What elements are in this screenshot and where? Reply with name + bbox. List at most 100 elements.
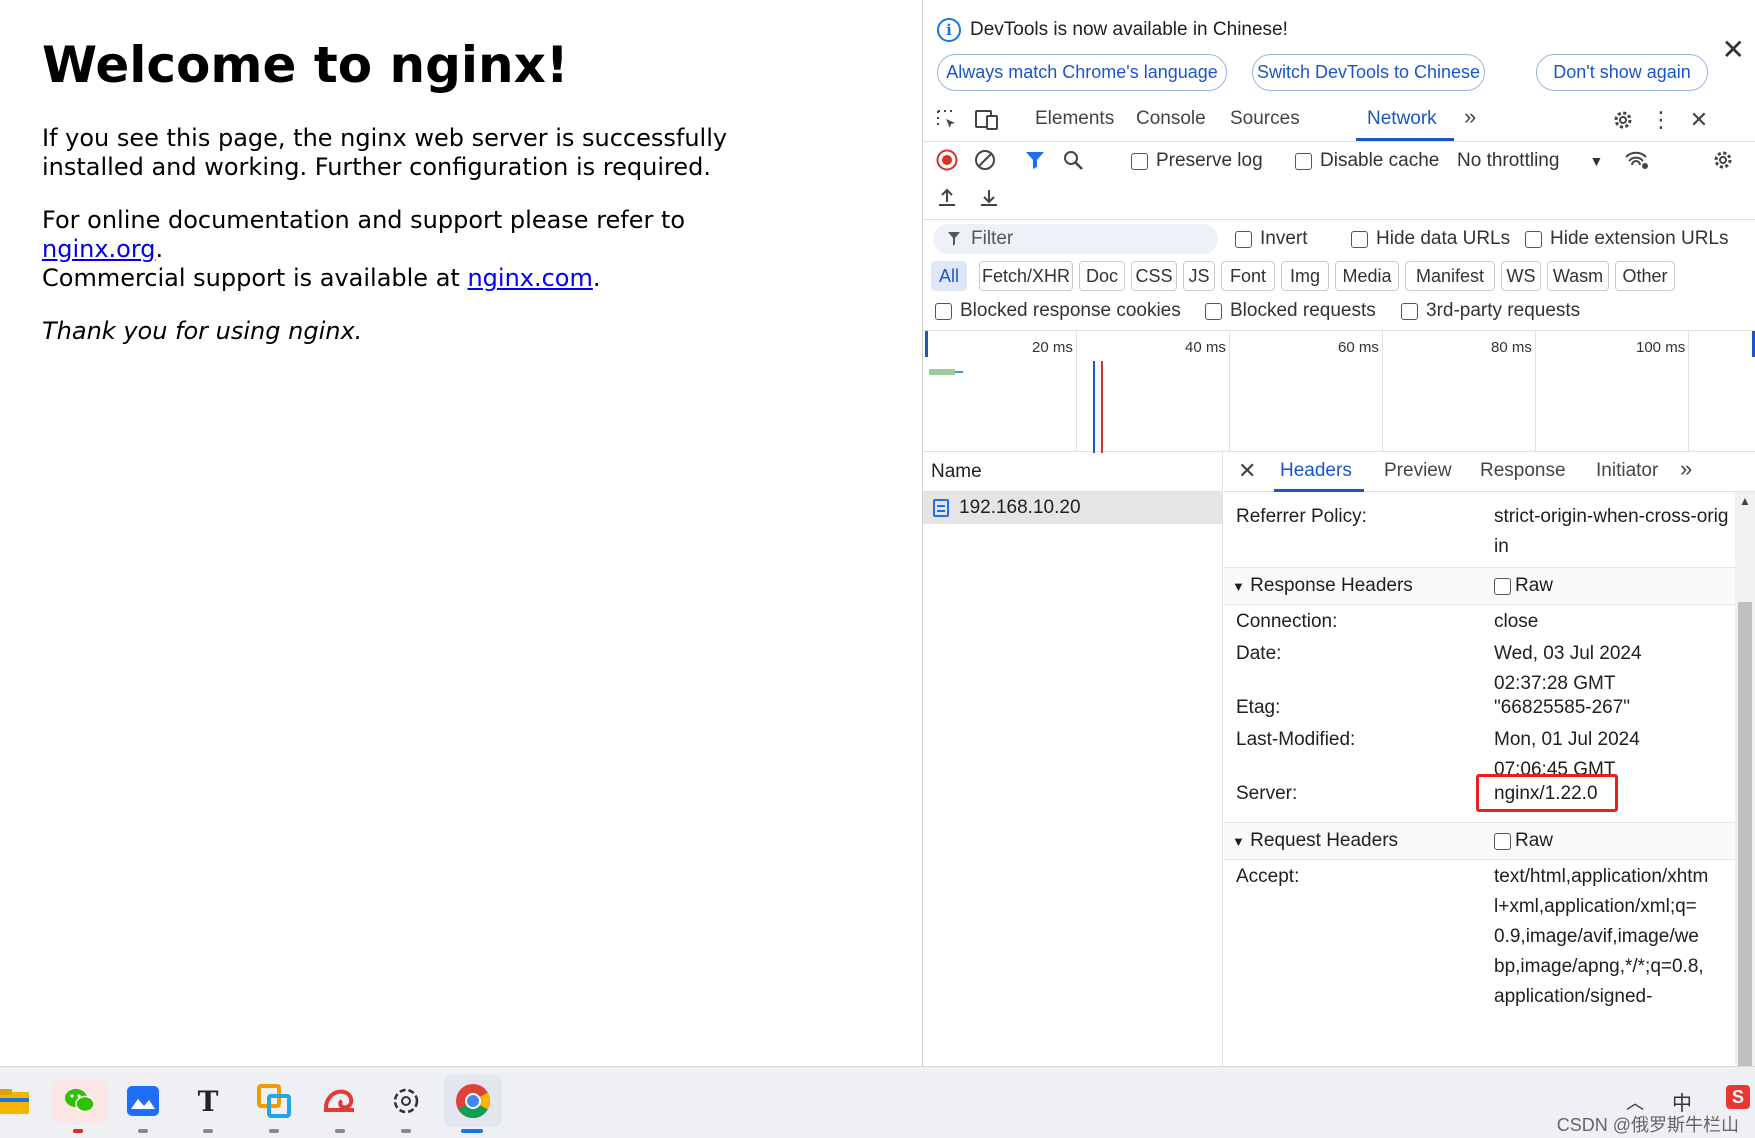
- device-toggle-icon[interactable]: [973, 106, 1001, 134]
- notification-dot: [73, 1129, 83, 1133]
- name-column-header[interactable]: Name: [923, 452, 1222, 492]
- request-list: Name 192.168.10.20: [923, 452, 1223, 1066]
- type-media[interactable]: Media: [1335, 261, 1399, 291]
- throttling-select[interactable]: No throttling ▼: [1457, 150, 1603, 172]
- network-toolbar: Preserve log Disable cache No throttling…: [923, 142, 1755, 220]
- wechat-icon[interactable]: [52, 1079, 108, 1123]
- nginx-com-link[interactable]: nginx.com: [467, 264, 592, 292]
- tab-console[interactable]: Console: [1136, 108, 1206, 130]
- scrollbar-thumb[interactable]: [1738, 602, 1752, 1066]
- tab-elements[interactable]: Elements: [1035, 108, 1114, 130]
- filter-row: Filter Invert Hide data URLs Hide extens…: [923, 222, 1755, 258]
- type-all[interactable]: All: [931, 261, 967, 291]
- chatgpt-icon[interactable]: [384, 1079, 428, 1123]
- request-download-bar: [955, 371, 963, 373]
- blocked-requests-checkbox[interactable]: Blocked requests: [1205, 300, 1376, 322]
- dont-show-again-button[interactable]: Don't show again: [1536, 54, 1708, 91]
- switch-to-chinese-button[interactable]: Switch DevTools to Chinese: [1252, 54, 1485, 91]
- type-js[interactable]: JS: [1183, 261, 1215, 291]
- detail-scrollbar[interactable]: ▲: [1735, 492, 1755, 1066]
- request-headers-section[interactable]: ▼ Request Headers Raw: [1224, 822, 1735, 860]
- request-row[interactable]: 192.168.10.20: [923, 492, 1222, 524]
- network-overview-timeline[interactable]: 20 ms 40 ms 60 ms 80 ms 100 ms: [923, 330, 1755, 453]
- running-indicator: [138, 1129, 148, 1133]
- tab-headers[interactable]: Headers: [1280, 460, 1352, 482]
- clear-icon[interactable]: [971, 146, 999, 174]
- preserve-log-checkbox[interactable]: Preserve log: [1131, 150, 1263, 172]
- type-css[interactable]: CSS: [1131, 261, 1177, 291]
- timeline-gridline: [1688, 331, 1689, 451]
- more-detail-tabs-icon[interactable]: »: [1680, 456, 1692, 482]
- tab-initiator[interactable]: Initiator: [1596, 460, 1658, 482]
- request-waterfall-bar: [929, 369, 955, 375]
- lanhu-icon[interactable]: [121, 1079, 165, 1123]
- detail-tabs: ✕ Headers Preview Response Initiator »: [1224, 452, 1755, 492]
- request-name: 192.168.10.20: [959, 497, 1081, 518]
- hide-extension-urls-checkbox[interactable]: Hide extension URLs: [1525, 228, 1728, 250]
- chevron-down-icon: ▼: [1589, 153, 1604, 169]
- csdn-tray-icon[interactable]: S: [1726, 1085, 1750, 1109]
- type-wasm[interactable]: Wasm: [1547, 261, 1609, 291]
- settings-gear-icon[interactable]: [1609, 106, 1637, 134]
- type-ws[interactable]: WS: [1501, 261, 1541, 291]
- hide-data-urls-checkbox[interactable]: Hide data URLs: [1351, 228, 1510, 250]
- filter-icon: [948, 232, 960, 246]
- filter-funnel-icon[interactable]: [1021, 146, 1049, 174]
- tab-sources[interactable]: Sources: [1230, 108, 1300, 130]
- blocked-cookies-checkbox[interactable]: Blocked response cookies: [935, 300, 1181, 322]
- tick-label: 40 ms: [1185, 339, 1226, 356]
- third-party-checkbox[interactable]: 3rd-party requests: [1401, 300, 1580, 322]
- tab-network[interactable]: Network: [1367, 108, 1437, 130]
- language-infobar: i DevTools is now available in Chinese! …: [923, 0, 1755, 92]
- nginx-org-link[interactable]: nginx.org: [42, 235, 156, 263]
- type-font[interactable]: Font: [1221, 261, 1275, 291]
- more-options-icon[interactable]: ⋮: [1647, 106, 1675, 134]
- chrome-icon[interactable]: [444, 1075, 502, 1127]
- network-conditions-icon[interactable]: [1623, 146, 1651, 174]
- type-img[interactable]: Img: [1281, 261, 1329, 291]
- scroll-up-icon[interactable]: ▲: [1739, 494, 1751, 508]
- invert-checkbox[interactable]: Invert: [1235, 228, 1308, 250]
- search-icon[interactable]: [1059, 146, 1087, 174]
- tab-preview[interactable]: Preview: [1384, 460, 1452, 482]
- response-headers-section[interactable]: ▼ Response Headers Raw: [1224, 567, 1735, 605]
- thanks-text: Thank you for using nginx.: [42, 317, 363, 345]
- timeline-left-handle[interactable]: [925, 331, 928, 357]
- file-explorer-icon[interactable]: [0, 1079, 36, 1123]
- timeline-gridline: [1229, 331, 1230, 451]
- request-detail-panel: ✕ Headers Preview Response Initiator » R…: [1224, 452, 1755, 1066]
- match-language-button[interactable]: Always match Chrome's language: [937, 54, 1227, 91]
- close-detail-icon[interactable]: ✕: [1238, 458, 1256, 484]
- export-har-icon[interactable]: [975, 184, 1003, 212]
- server-highlight-box: [1476, 774, 1618, 812]
- type-fetch-xhr[interactable]: Fetch/XHR: [979, 261, 1073, 291]
- typora-icon[interactable]: T: [186, 1079, 230, 1123]
- devtools-panel: i DevTools is now available in Chinese! …: [922, 0, 1755, 1066]
- filter-input[interactable]: Filter: [933, 224, 1218, 254]
- request-raw-checkbox[interactable]: Raw: [1494, 830, 1553, 852]
- inspect-element-icon[interactable]: [933, 106, 961, 134]
- close-infobar-icon[interactable]: ✕: [1722, 36, 1745, 64]
- disable-cache-checkbox[interactable]: Disable cache: [1295, 150, 1439, 172]
- infobar-message: DevTools is now available in Chinese!: [970, 19, 1288, 40]
- import-har-icon[interactable]: [933, 184, 961, 212]
- tick-label: 100 ms: [1636, 339, 1686, 356]
- record-stop-icon[interactable]: [933, 146, 961, 174]
- resource-type-filters: All Fetch/XHR Doc CSS JS Font Img Media …: [923, 258, 1755, 296]
- running-indicator: [401, 1129, 411, 1133]
- snail-app-icon[interactable]: [318, 1079, 362, 1123]
- type-doc[interactable]: Doc: [1079, 261, 1125, 291]
- response-raw-checkbox[interactable]: Raw: [1494, 575, 1553, 597]
- running-indicator: [203, 1129, 213, 1133]
- type-manifest[interactable]: Manifest: [1405, 261, 1495, 291]
- tick-label: 80 ms: [1491, 339, 1532, 356]
- browser-page: Welcome to nginx! If you see this page, …: [0, 0, 922, 1066]
- more-tabs-icon[interactable]: »: [1464, 104, 1476, 130]
- tab-response[interactable]: Response: [1480, 460, 1566, 482]
- taskbar: T ︿ 中 S CSDN @俄罗斯牛栏山: [0, 1066, 1755, 1138]
- close-devtools-icon[interactable]: ✕: [1685, 106, 1713, 134]
- type-other[interactable]: Other: [1615, 261, 1675, 291]
- network-settings-gear-icon[interactable]: [1709, 146, 1737, 174]
- vmware-icon[interactable]: [252, 1079, 296, 1123]
- timeline-gridline: [1535, 331, 1536, 451]
